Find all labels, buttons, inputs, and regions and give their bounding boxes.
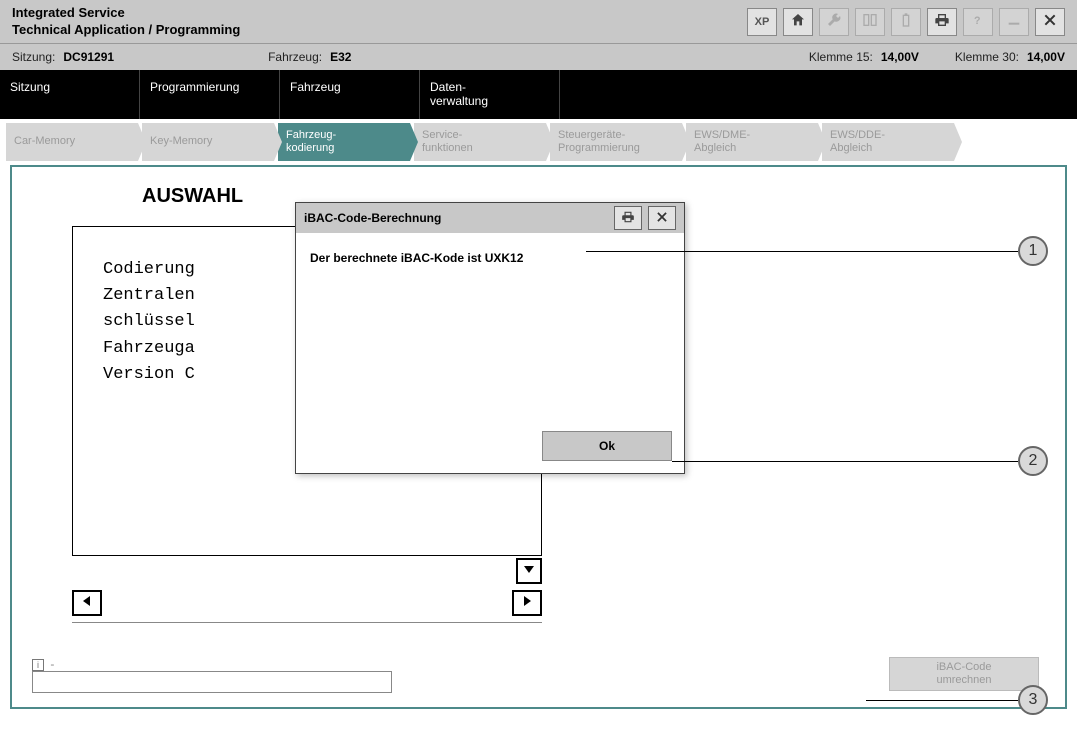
dialog-ok-button[interactable]: Ok	[542, 431, 672, 461]
close-icon	[1042, 12, 1058, 31]
triangle-down-icon	[523, 563, 535, 578]
fahrzeug-value: E32	[330, 50, 351, 64]
wrench-button	[819, 8, 849, 36]
callout-line-3	[866, 700, 1018, 701]
help-icon: ?	[970, 12, 986, 31]
columns-button	[855, 8, 885, 36]
subtab-servicefunktionen[interactable]: Service- funktionen	[414, 123, 546, 161]
ibac-dialog: iBAC-Code-Berechnung Der berechnete iBAC…	[295, 202, 685, 474]
home-button[interactable]	[783, 8, 813, 36]
dialog-close-button[interactable]	[648, 206, 676, 230]
callout-1: 1	[1018, 236, 1048, 266]
ibac-input[interactable]	[32, 671, 392, 693]
info-icon: i	[32, 659, 44, 671]
info-bar: Sitzung: DC91291 Fahrzeug: E32 Klemme 15…	[0, 44, 1077, 70]
fahrzeug-label: Fahrzeug:	[268, 50, 322, 64]
subtab-car-memory[interactable]: Car-Memory	[6, 123, 138, 161]
print-icon	[934, 12, 950, 31]
tab-empty	[560, 70, 1077, 119]
app-title: Integrated Service Technical Application…	[12, 5, 747, 38]
klemme30-label: Klemme 30:	[955, 50, 1019, 64]
print-button[interactable]	[927, 8, 957, 36]
subtab-steuergeraete[interactable]: Steuergeräte- Programmierung	[550, 123, 682, 161]
footer-dash: -	[50, 657, 54, 671]
dialog-title: iBAC-Code-Berechnung	[304, 211, 441, 225]
scroll-down-button[interactable]	[516, 558, 542, 584]
subtab-key-memory[interactable]: Key-Memory	[142, 123, 274, 161]
close-button[interactable]	[1035, 8, 1065, 36]
print-icon	[621, 210, 635, 227]
sitzung-label: Sitzung:	[12, 50, 55, 64]
klemme30-value: 14,00V	[1027, 50, 1065, 64]
subtab-ews-dde[interactable]: EWS/DDE- Abgleich	[822, 123, 954, 161]
sub-tabs: Car-Memory Key-Memory Fahrzeug- kodierun…	[0, 119, 1077, 165]
tab-fahrzeug[interactable]: Fahrzeug	[280, 70, 420, 119]
triangle-left-icon	[81, 595, 93, 610]
ibac-calculate-button[interactable]: iBAC-Code umrechnen	[889, 657, 1039, 691]
triangle-right-icon	[521, 595, 533, 610]
prev-button[interactable]	[72, 590, 102, 616]
callout-line-2	[672, 461, 1018, 462]
dialog-titlebar: iBAC-Code-Berechnung	[296, 203, 684, 233]
xp-button[interactable]: XP	[747, 8, 777, 36]
app-title-line1: Integrated Service	[12, 5, 747, 21]
tab-datenverwaltung[interactable]: Daten- verwaltung	[420, 70, 560, 119]
subtab-fahrzeugkodierung[interactable]: Fahrzeug- kodierung	[278, 123, 410, 161]
battery-icon	[898, 12, 914, 31]
help-button: ?	[963, 8, 993, 36]
main-tabs: Sitzung Programmierung Fahrzeug Daten- v…	[0, 70, 1077, 119]
tab-programmierung[interactable]: Programmierung	[140, 70, 280, 119]
title-bar: Integrated Service Technical Application…	[0, 0, 1077, 44]
subtab-ews-dme[interactable]: EWS/DME- Abgleich	[686, 123, 818, 161]
klemme15-value: 14,00V	[881, 50, 919, 64]
divider	[72, 622, 542, 623]
battery-button	[891, 8, 921, 36]
app-title-line2: Technical Application / Programming	[12, 22, 747, 38]
minimize-icon	[1006, 12, 1022, 31]
callout-2: 2	[1018, 446, 1048, 476]
close-icon	[655, 210, 669, 227]
svg-text:?: ?	[974, 15, 981, 27]
wrench-icon	[826, 12, 842, 31]
tab-sitzung[interactable]: Sitzung	[0, 70, 140, 119]
callout-3: 3	[1018, 685, 1048, 715]
next-button[interactable]	[512, 590, 542, 616]
klemme15-label: Klemme 15:	[809, 50, 873, 64]
callout-line-1	[586, 251, 1018, 252]
home-icon	[790, 12, 806, 31]
sitzung-value: DC91291	[63, 50, 114, 64]
dialog-print-button[interactable]	[614, 206, 642, 230]
columns-icon	[862, 12, 878, 31]
dialog-message: Der berechnete iBAC-Kode ist UXK12	[310, 251, 670, 265]
minimize-button	[999, 8, 1029, 36]
